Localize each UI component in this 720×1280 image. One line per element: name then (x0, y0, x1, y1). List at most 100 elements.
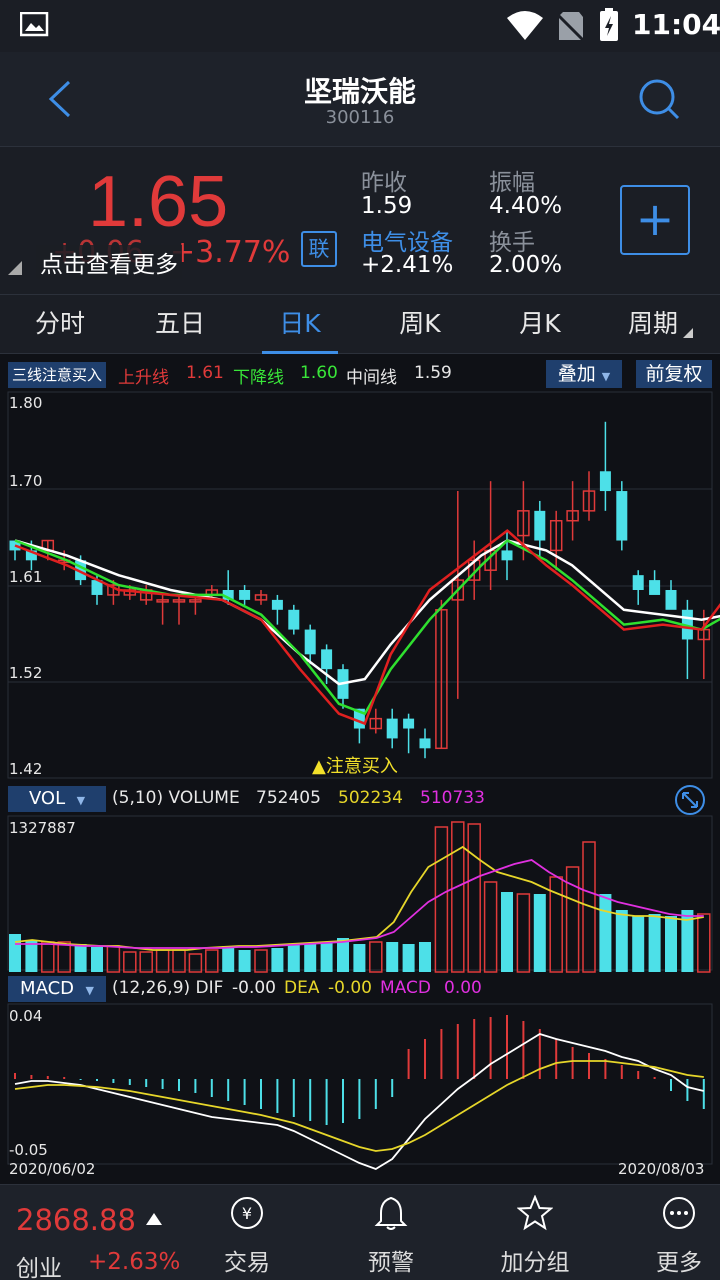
macd-selector[interactable]: MACD ▼ (8, 976, 106, 1002)
volume-bar (106, 945, 121, 973)
candle-body (288, 609, 300, 630)
volume-bar (467, 823, 481, 973)
volume-bar (172, 949, 186, 973)
corner-triangle-icon (8, 261, 22, 275)
more-tooltip[interactable]: 点击查看更多 (36, 245, 182, 279)
tab-monthly-k[interactable]: 月K (485, 295, 595, 355)
prev-close-value: 1.59 (361, 193, 413, 219)
volume-bar (74, 944, 87, 972)
volume-bar (91, 947, 103, 972)
price-change-pct: +3.77% (170, 235, 291, 270)
y-label-5: 1.42 (9, 760, 43, 778)
tab-five-day[interactable]: 五日 (125, 295, 235, 355)
macd-macd: 0.00 (444, 978, 482, 998)
volume-bar (9, 934, 21, 972)
tab-weekly-k[interactable]: 周K (365, 295, 475, 355)
add-watchlist-button[interactable]: + (620, 185, 690, 255)
sector-change: +2.41% (361, 252, 454, 278)
macd-macd-label: MACD (380, 978, 431, 998)
search-icon[interactable] (636, 76, 682, 122)
volume-bar (205, 949, 219, 973)
candle-body (304, 629, 316, 655)
nav-trade-label: 交易 (224, 1250, 270, 1276)
macd-top-label: 0.04 (9, 1007, 43, 1025)
vol-ma10: 510733 (420, 788, 485, 808)
nav-add-group[interactable]: 加分组 (485, 1194, 585, 1277)
link-badge[interactable]: 联 (301, 231, 337, 267)
macd-dea: -0.00 (328, 978, 372, 998)
volume-bar (222, 946, 235, 972)
more-icon (663, 1197, 695, 1229)
volume-bar (386, 942, 399, 972)
nav-trade[interactable]: ¥ 交易 (197, 1195, 297, 1277)
volume-bar (304, 944, 317, 972)
macd-dropdown-icon: ▼ (85, 984, 94, 997)
vol-selector-label: VOL (28, 788, 66, 809)
volume-bar (632, 916, 645, 972)
app-header: 坚瑞沃能 300116 (0, 52, 720, 146)
amplitude-value: 4.40% (489, 193, 563, 219)
vol-ma5: 502234 (338, 788, 403, 808)
status-bar: 11:04 (0, 0, 720, 52)
volume-bar (353, 944, 366, 972)
turnover-value: 2.00% (489, 252, 563, 278)
volume-bar (483, 881, 498, 973)
index-name: 创业 (16, 1256, 62, 1280)
tab-intraday[interactable]: 分时 (5, 295, 115, 355)
period-tabs: 分时 五日 日K 周K 月K 周期 (0, 294, 720, 354)
chart-area: 三线注意买入 上升线 1.61 下降线 1.60 中间线 1.59 叠加 ▼ 前… (0, 354, 720, 1184)
volume-bar (402, 944, 415, 972)
svg-text:¥: ¥ (242, 1204, 252, 1223)
candle-body (599, 471, 611, 492)
gridlines (7, 391, 713, 1165)
vol-max-label: 1327887 (9, 819, 76, 837)
nav-alert[interactable]: 预警 (341, 1195, 441, 1277)
macd-params: (12,26,9) DIF (112, 978, 224, 998)
candle-body (419, 738, 431, 749)
candle-body (649, 580, 661, 595)
amplitude-label: 振幅 (489, 170, 535, 196)
nav-add-group-label: 加分组 (500, 1250, 570, 1276)
no-sim-icon (555, 12, 585, 42)
expand-icon[interactable] (674, 784, 706, 816)
vol-params: (5,10) VOLUME (112, 788, 240, 808)
buy-signal-label: ▲注意买入 (312, 756, 398, 777)
last-price: 1.65 (88, 162, 229, 242)
macd-selector-label: MACD (20, 978, 75, 999)
y-label-1: 1.80 (9, 394, 43, 412)
candle-body (271, 599, 283, 610)
mid-line (14, 539, 720, 686)
vol-dropdown-icon: ▼ (76, 794, 86, 807)
stock-code: 300116 (325, 107, 395, 128)
macd-dea-label: DEA (284, 978, 320, 998)
index-change: +2.63% (88, 1249, 181, 1275)
vol-selector[interactable]: VOL ▼ (8, 786, 106, 812)
volume-bar (139, 951, 153, 973)
nav-more[interactable]: 更多 (629, 1195, 720, 1277)
volume-bar (337, 938, 349, 972)
candle-body (239, 590, 251, 600)
volume-bar (188, 953, 203, 973)
volume-bar (123, 951, 137, 973)
volume-bar (615, 910, 628, 972)
macd-bottom-label: -0.05 (9, 1141, 48, 1159)
volume-bar (155, 949, 170, 973)
quote-panel: 1.65 +0.06 +3.77% 点击查看更多 联 昨收 1.59 电气设备 … (0, 146, 720, 294)
wifi-icon (507, 11, 543, 40)
volume-bar (434, 826, 449, 973)
candle-body (616, 491, 628, 541)
volume-bar (320, 942, 333, 972)
candle-body (321, 649, 333, 670)
volume-bar (665, 916, 677, 972)
candle-body (534, 510, 546, 541)
vol-value: 752405 (256, 788, 321, 808)
stock-name: 坚瑞沃能 (303, 75, 416, 108)
tab-period[interactable]: 周期 (598, 295, 708, 355)
candle-body (632, 575, 644, 590)
star-icon (516, 1194, 554, 1231)
volume-bar (451, 821, 465, 973)
battery-icon (600, 8, 618, 41)
index-value[interactable]: 2868.88 (16, 1203, 136, 1237)
tab-daily-k[interactable]: 日K (245, 295, 355, 355)
candle-body (386, 718, 398, 739)
